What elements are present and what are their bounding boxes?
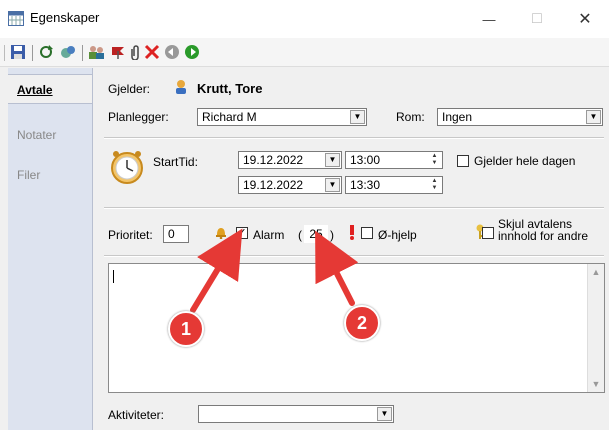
- annotation-marker-1: 1: [168, 311, 204, 347]
- arrow-2: [315, 230, 359, 306]
- annotation-arrows: [190, 228, 359, 313]
- marker-number: 2: [356, 312, 367, 333]
- marker-number: 1: [180, 318, 191, 339]
- arrow-1: [190, 228, 243, 313]
- annotation-marker-2: 2: [344, 305, 380, 341]
